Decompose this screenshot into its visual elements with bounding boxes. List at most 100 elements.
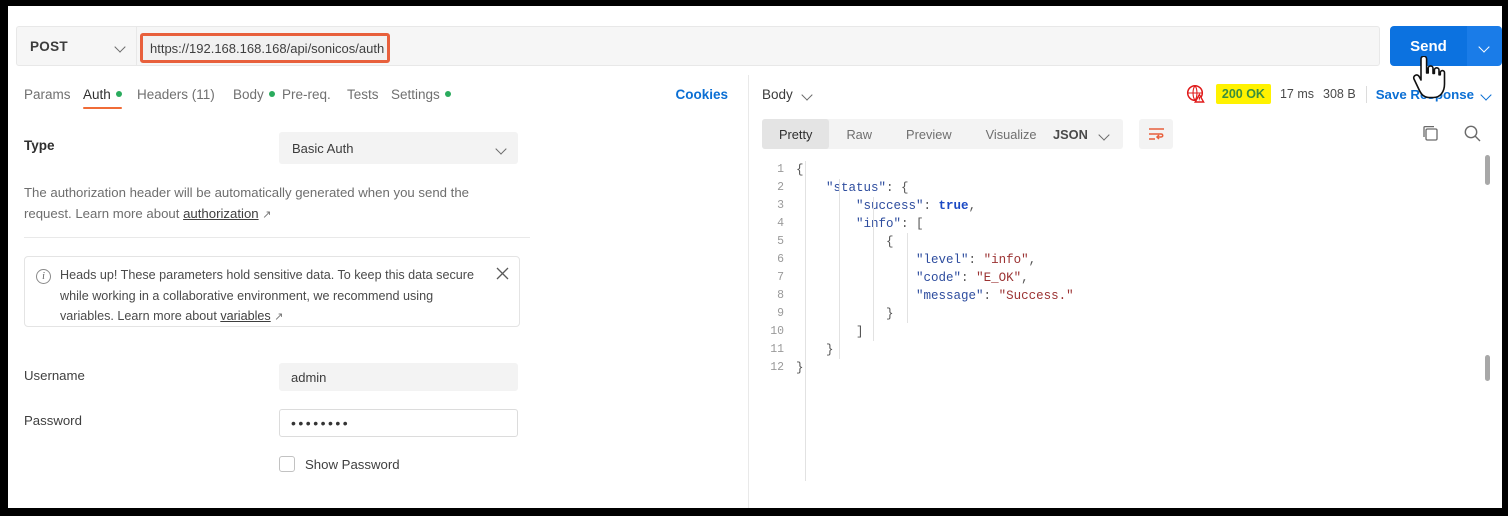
- response-code-viewer[interactable]: 1{2 "status": {3 "success": true, 4 "info…: [762, 161, 1482, 481]
- external-link-icon: ↗: [274, 311, 284, 323]
- response-format-dropdown[interactable]: JSON: [1040, 119, 1123, 149]
- response-header: Body 200 OK 17 ms 308 B Save Response: [749, 75, 1502, 113]
- code-line: 4 "info": [: [762, 215, 1482, 233]
- line-number: 9: [777, 307, 784, 320]
- tab-tests[interactable]: Tests: [347, 75, 379, 113]
- scrollbar-thumb-bottom[interactable]: [1485, 355, 1490, 381]
- subtab-raw[interactable]: Raw: [829, 119, 889, 149]
- response-time: 17 ms: [1279, 87, 1315, 101]
- tab-label: Tests: [347, 86, 379, 102]
- info-icon: i: [36, 269, 51, 284]
- tab-headers[interactable]: Headers (11): [137, 75, 215, 113]
- response-status-group: 200 OK 17 ms 308 B Save Response: [1186, 75, 1492, 113]
- code-line: 7 "code": "E_OK",: [762, 269, 1482, 287]
- code-line: 1{: [762, 161, 1482, 179]
- password-input[interactable]: ••••••••: [279, 409, 518, 437]
- show-password-toggle[interactable]: Show Password: [279, 456, 400, 472]
- code-text: "code": "E_OK",: [916, 271, 1029, 285]
- line-number: 5: [777, 235, 784, 248]
- code-line: 11 }: [762, 341, 1482, 359]
- line-number: 7: [777, 271, 784, 284]
- variables-link[interactable]: variables: [220, 309, 270, 323]
- authorization-link[interactable]: authorization: [183, 206, 259, 221]
- callout-text: Heads up! These parameters hold sensitiv…: [60, 265, 490, 328]
- indent-guide: [805, 161, 806, 481]
- word-wrap-icon: [1148, 128, 1164, 140]
- chevron-down-icon: [1481, 91, 1492, 98]
- auth-type-value: Basic Auth: [292, 140, 354, 156]
- http-method-dropdown[interactable]: POST: [16, 26, 136, 66]
- code-text: "success": true,: [856, 199, 977, 213]
- response-size: 308 B: [1323, 87, 1356, 101]
- line-number: 10: [770, 325, 784, 338]
- cookies-link[interactable]: Cookies: [675, 75, 728, 113]
- subtab-preview[interactable]: Preview: [889, 119, 969, 149]
- code-text: "status": {: [826, 181, 909, 195]
- auth-type-dropdown[interactable]: Basic Auth: [279, 132, 518, 164]
- url-field-container: https://192.168.168.168/api/sonicos/auth: [136, 26, 1380, 66]
- code-text: }: [796, 343, 834, 357]
- auth-description: The authorization header will be automat…: [24, 182, 494, 226]
- http-method-value: POST: [30, 38, 68, 54]
- sensitive-data-callout: i Heads up! These parameters hold sensit…: [24, 256, 520, 327]
- code-line: 6 "level": "info",: [762, 251, 1482, 269]
- auth-type-label: Type: [24, 138, 55, 153]
- copy-icon[interactable]: [1421, 124, 1440, 143]
- close-icon[interactable]: [495, 266, 510, 281]
- response-body-label: Body: [762, 86, 793, 102]
- tab-label: Auth: [83, 86, 111, 102]
- search-icon[interactable]: [1463, 124, 1482, 143]
- code-text: {: [796, 235, 894, 249]
- username-label: Username: [24, 368, 85, 383]
- tab-label: Pre-req.: [282, 86, 331, 102]
- response-body-selector[interactable]: Body: [762, 75, 813, 113]
- code-line: 5 {: [762, 233, 1482, 251]
- line-number: 4: [777, 217, 784, 230]
- save-response-button[interactable]: Save Response: [1376, 87, 1492, 102]
- chevron-down-icon: [1099, 131, 1110, 138]
- modified-dot-icon: [268, 91, 275, 97]
- send-options-dropdown[interactable]: [1467, 26, 1502, 66]
- tab-label: Headers (11): [137, 86, 215, 102]
- response-pane: Body 200 OK 17 ms 308 B Save Response Pr…: [749, 75, 1502, 508]
- password-label: Password: [24, 413, 82, 428]
- show-password-label: Show Password: [305, 456, 400, 472]
- status-separator: [1365, 85, 1367, 103]
- line-number: 8: [777, 289, 784, 302]
- code-text: }: [796, 361, 804, 375]
- modified-dot-icon: [444, 91, 451, 97]
- tab-label: Params: [24, 86, 71, 102]
- tab-params[interactable]: Params: [24, 75, 71, 113]
- code-text: "level": "info",: [916, 253, 1037, 267]
- line-number: 3: [777, 199, 784, 212]
- external-link-icon: ↗: [262, 209, 272, 221]
- section-divider: [24, 237, 530, 238]
- subtab-pretty[interactable]: Pretty: [762, 119, 830, 149]
- line-number: 2: [777, 181, 784, 194]
- tab-auth[interactable]: Auth: [83, 75, 122, 113]
- ssl-warning-icon[interactable]: [1186, 84, 1206, 104]
- username-input[interactable]: admin: [279, 363, 518, 391]
- url-input[interactable]: https://192.168.168.168/api/sonicos/auth: [140, 33, 390, 63]
- code-line: 9 }: [762, 305, 1482, 323]
- code-line: 3 "success": true,: [762, 197, 1482, 215]
- chevron-down-icon: [115, 43, 126, 50]
- code-text: ]: [796, 325, 864, 339]
- word-wrap-button[interactable]: [1139, 119, 1173, 149]
- show-password-checkbox[interactable]: [279, 456, 295, 472]
- line-number: 1: [777, 163, 784, 176]
- status-code-badge: 200 OK: [1215, 84, 1271, 104]
- tab-settings[interactable]: Settings: [391, 75, 451, 113]
- url-bar: POST https://192.168.168.168/api/sonicos…: [8, 6, 1502, 99]
- code-text: }: [796, 307, 894, 321]
- tab-body[interactable]: Body: [233, 75, 275, 113]
- indent-guide: [907, 233, 908, 323]
- scrollbar-thumb-top[interactable]: [1485, 155, 1490, 185]
- active-tab-underline: [83, 106, 122, 109]
- chevron-down-icon: [802, 91, 813, 98]
- line-number: 6: [777, 253, 784, 266]
- tab-pre-req[interactable]: Pre-req.: [282, 75, 331, 113]
- send-button[interactable]: Send: [1390, 26, 1467, 66]
- response-format-value: JSON: [1053, 126, 1088, 142]
- postman-request-response-panel: POST https://192.168.168.168/api/sonicos…: [8, 6, 1502, 508]
